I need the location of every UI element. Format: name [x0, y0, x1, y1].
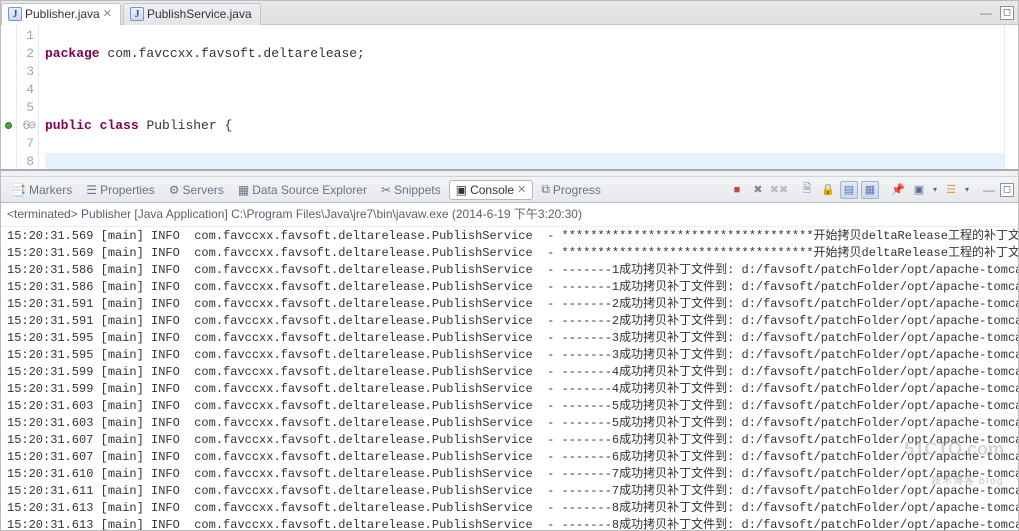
log-line: 15:20:31.607 [main] INFO com.favccxx.fav…	[7, 449, 1018, 466]
console-icon: ▣	[456, 183, 467, 197]
maximize-view-button[interactable]: ◻	[1000, 183, 1014, 197]
editor-tab-publisher-java[interactable]: Publisher.java✕	[1, 3, 121, 25]
servers-icon: ⚙	[169, 183, 180, 197]
view-tab-label: Properties	[100, 183, 155, 197]
keyword-class: class	[100, 118, 139, 133]
editor-tab-publishservice-java[interactable]: PublishService.java	[123, 3, 261, 25]
view-tab-label: Snippets	[394, 183, 441, 197]
log-line: 15:20:31.599 [main] INFO com.favccxx.fav…	[7, 381, 1018, 398]
log-line: 15:20:31.610 [main] INFO com.favccxx.fav…	[7, 466, 1018, 483]
properties-icon: ☰	[86, 183, 97, 197]
remove-launch-button[interactable]: ✖	[749, 181, 767, 199]
log-line: 15:20:31.591 [main] INFO com.favccxx.fav…	[7, 296, 1018, 313]
view-tab-label: Console	[470, 183, 514, 197]
view-tab-progress[interactable]: ⧉Progress	[535, 180, 607, 200]
editor-pane: Publisher.java✕ PublishService.java — ◻ 1…	[1, 1, 1018, 171]
log-line: 15:20:31.595 [main] INFO com.favccxx.fav…	[7, 330, 1018, 347]
close-view-icon[interactable]: ✕	[517, 183, 526, 196]
log-line: 15:20:31.603 [main] INFO com.favccxx.fav…	[7, 398, 1018, 415]
log-line: 15:20:31.595 [main] INFO com.favccxx.fav…	[7, 347, 1018, 364]
package-name: com.favccxx.favsoft.deltarelease;	[100, 46, 365, 61]
open-console-button[interactable]: ☰	[942, 181, 960, 199]
show-stderr-button[interactable]: ▦	[861, 181, 879, 199]
minimize-view-icon[interactable]: —	[981, 182, 997, 198]
scroll-lock-button[interactable]: 🔒	[819, 181, 837, 199]
snippets-icon: ✂	[381, 183, 391, 197]
log-line: 15:20:31.611 [main] INFO com.favccxx.fav…	[7, 483, 1018, 500]
remove-all-button[interactable]: ✖✖	[770, 181, 788, 199]
close-tab-icon[interactable]: ✕	[103, 9, 112, 20]
log-line: 15:20:31.586 [main] INFO com.favccxx.fav…	[7, 262, 1018, 279]
console-toolbar: ■ ✖ ✖✖ 🗎 🔒 ▤ ▦ 📌 ▣▾ ☰▾ — ◻	[728, 181, 1014, 199]
show-stdout-button[interactable]: ▤	[840, 181, 858, 199]
terminate-button[interactable]: ■	[728, 181, 746, 199]
data-source-explorer-icon: ▦	[238, 183, 249, 197]
view-tab-data-source-explorer[interactable]: ▦Data Source Explorer	[232, 180, 373, 200]
overview-ruler[interactable]	[1004, 25, 1018, 169]
pin-console-button[interactable]: 📌	[889, 181, 907, 199]
editor-tab-label: Publisher.java	[25, 7, 100, 21]
display-selected-menu[interactable]: ▾	[931, 185, 939, 194]
markers-icon: 📑	[11, 183, 26, 197]
view-tab-label: Servers	[183, 183, 224, 197]
view-tab-properties[interactable]: ☰Properties	[80, 180, 160, 200]
log-line: 15:20:31.613 [main] INFO com.favccxx.fav…	[7, 500, 1018, 517]
view-tab-label: Progress	[553, 183, 601, 197]
progress-icon: ⧉	[541, 182, 550, 197]
java-file-icon	[8, 7, 22, 21]
view-tab-markers[interactable]: 📑Markers	[5, 180, 78, 200]
log-line: 15:20:31.603 [main] INFO com.favccxx.fav…	[7, 415, 1018, 432]
maximize-editor-button[interactable]: ◻	[1000, 6, 1014, 20]
view-tab-servers[interactable]: ⚙Servers	[163, 180, 230, 200]
clear-console-button[interactable]: 🗎	[798, 181, 816, 199]
code-editor[interactable]: 123456⊖78 package com.favccxx.favsoft.de…	[1, 25, 1018, 169]
terminated-status: <terminated> Publisher [Java Application…	[1, 203, 1018, 227]
log-line: 15:20:31.613 [main] INFO com.favccxx.fav…	[7, 517, 1018, 530]
view-tabbar: 📑Markers☰Properties⚙Servers▦Data Source …	[1, 177, 1018, 203]
view-tab-label: Markers	[29, 183, 72, 197]
open-console-menu[interactable]: ▾	[963, 185, 971, 194]
view-tab-snippets[interactable]: ✂Snippets	[375, 180, 447, 200]
class-name: Publisher {	[139, 118, 233, 133]
display-selected-button[interactable]: ▣	[910, 181, 928, 199]
log-line: 15:20:31.569 [main] INFO com.favccxx.fav…	[7, 228, 1018, 245]
keyword-package: package	[45, 46, 100, 61]
log-line: 15:20:31.599 [main] INFO com.favccxx.fav…	[7, 364, 1018, 381]
editor-tabbar: Publisher.java✕ PublishService.java — ◻	[1, 1, 1018, 25]
console-output[interactable]: 15:20:31.569 [main] INFO com.favccxx.fav…	[1, 227, 1018, 530]
keyword-public: public	[45, 118, 92, 133]
log-line: 15:20:31.607 [main] INFO com.favccxx.fav…	[7, 432, 1018, 449]
line-number-gutter: 123456⊖78	[17, 25, 39, 169]
run-marker-icon	[5, 122, 12, 129]
bottom-pane: 📑Markers☰Properties⚙Servers▦Data Source …	[1, 177, 1018, 530]
log-line: 15:20:31.586 [main] INFO com.favccxx.fav…	[7, 279, 1018, 296]
minimize-editor-icon[interactable]: —	[978, 5, 994, 21]
java-file-icon	[130, 7, 144, 21]
log-line: 15:20:31.569 [main] INFO com.favccxx.fav…	[7, 245, 1018, 262]
code-lines[interactable]: package com.favccxx.favsoft.deltarelease…	[39, 25, 1004, 169]
log-line: 15:20:31.591 [main] INFO com.favccxx.fav…	[7, 313, 1018, 330]
view-tab-label: Data Source Explorer	[252, 183, 367, 197]
marker-gutter	[1, 25, 17, 169]
editor-tab-label: PublishService.java	[147, 7, 252, 21]
view-tab-console[interactable]: ▣Console ✕	[449, 180, 534, 200]
